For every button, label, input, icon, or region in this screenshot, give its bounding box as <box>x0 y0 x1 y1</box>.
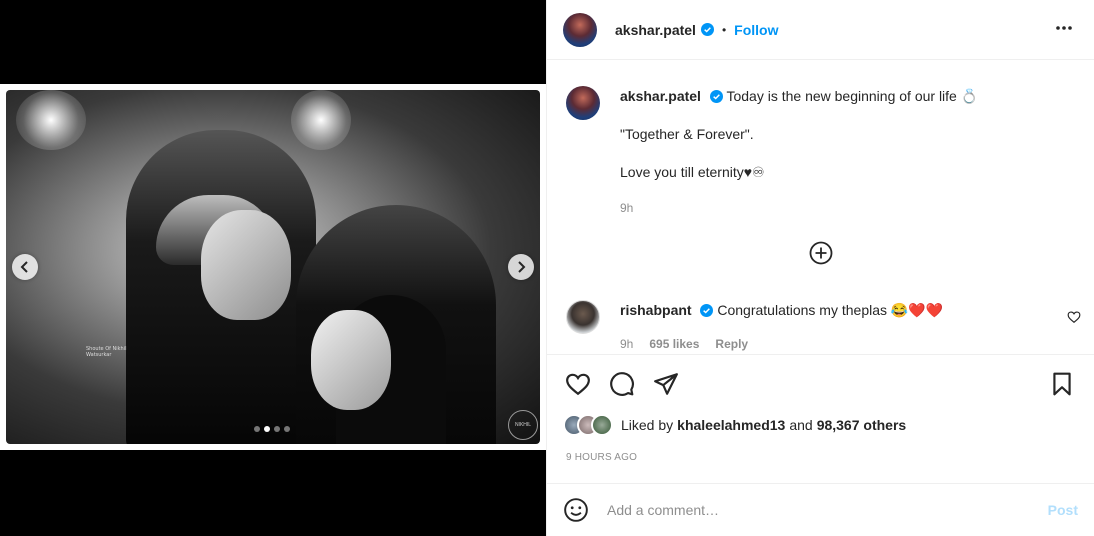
liker-avatars <box>563 414 613 436</box>
previous-slide-button[interactable] <box>12 254 38 280</box>
carousel-dot-active <box>264 426 270 432</box>
save-bookmark-icon[interactable] <box>1049 371 1075 397</box>
woman-face <box>311 310 391 410</box>
likes-summary: Liked by khaleelahmed13 and 98,367 other… <box>563 414 906 436</box>
liked-by-prefix: Liked by <box>621 417 674 433</box>
commenter-avatar[interactable] <box>566 300 600 334</box>
carousel-indicator <box>254 426 290 432</box>
carousel-dot <box>284 426 290 432</box>
photographer-watermark: Shoute Of Nikhil Watsurkar <box>86 346 127 358</box>
verified-badge-icon <box>709 90 723 103</box>
man-face <box>201 210 291 320</box>
caption-body: akshar.patel Today is the new beginning … <box>620 86 978 218</box>
liked-by-and: and <box>789 417 813 433</box>
like-heart-icon[interactable] <box>565 371 591 397</box>
comment-bubble-icon[interactable] <box>609 371 635 397</box>
like-comment-heart-icon[interactable] <box>1067 310 1081 324</box>
commenter-username[interactable]: rishabpant <box>620 302 692 318</box>
post-header: akshar.patel • Follow <box>547 0 1094 60</box>
separator-dot: • <box>721 22 727 37</box>
caption-text-line3: Love you till eternity♥♾ <box>620 164 765 180</box>
verified-badge-icon <box>700 304 714 317</box>
caption-text-line2: "Together & Forever". <box>620 126 754 142</box>
caption-text-line1: Today is the new beginning of our life 💍 <box>726 88 979 104</box>
liked-by-count[interactable]: 98,367 others <box>817 417 907 433</box>
comment-input[interactable] <box>607 502 1048 518</box>
light-bulb-glow <box>16 90 86 150</box>
emoji-smiley-icon[interactable] <box>563 497 589 523</box>
caption-avatar[interactable] <box>566 86 600 120</box>
chevron-left-icon <box>20 261 28 273</box>
comment-item: rishabpant Congratulations my theplas 😂❤… <box>566 300 1086 354</box>
comment-likes[interactable]: 695 likes <box>649 334 699 354</box>
reply-button[interactable]: Reply <box>715 334 748 354</box>
verified-badge-icon <box>700 23 714 36</box>
caption-timestamp: 9h <box>620 201 634 215</box>
caption-first-line: akshar.patel Today is the new beginning … <box>620 86 978 106</box>
chevron-right-icon <box>518 261 526 273</box>
comment-line: rishabpant Congratulations my theplas 😂❤… <box>620 300 943 320</box>
media-pane: Shoute Of Nikhil Watsurkar NIKHIL <box>0 0 546 536</box>
next-slide-button[interactable] <box>508 254 534 280</box>
post-sidebar: akshar.patel • Follow akshar.patel Today… <box>546 0 1094 536</box>
follow-button[interactable]: Follow <box>734 22 778 38</box>
add-comment-bar: Post <box>547 483 1094 536</box>
light-bulb-glow <box>291 90 351 150</box>
photographer-seal: NIKHIL <box>508 410 538 440</box>
photo-frame <box>0 84 546 450</box>
comments-section[interactable]: akshar.patel Today is the new beginning … <box>547 61 1094 354</box>
post-comment-button[interactable]: Post <box>1048 502 1078 518</box>
caption-username[interactable]: akshar.patel <box>620 88 701 104</box>
post-time-ago: 9 HOURS AGO <box>566 452 638 463</box>
comment-timestamp: 9h <box>620 337 634 351</box>
author-username[interactable]: akshar.patel <box>615 22 696 38</box>
share-paper-plane-icon[interactable] <box>653 371 679 397</box>
author-avatar[interactable] <box>563 12 597 47</box>
carousel-dot <box>274 426 280 432</box>
carousel-dot <box>254 426 260 432</box>
action-bar <box>547 354 1094 414</box>
comment-body: rishabpant Congratulations my theplas 😂❤… <box>620 300 943 354</box>
comment-meta: 9h 695 likes Reply <box>620 334 943 354</box>
liker-avatar <box>591 414 613 436</box>
instagram-post-view: Shoute Of Nikhil Watsurkar NIKHIL akshar… <box>0 0 1094 536</box>
post-photo[interactable] <box>6 90 540 444</box>
load-more-comments-icon[interactable] <box>809 241 833 265</box>
caption: akshar.patel Today is the new beginning … <box>566 86 978 218</box>
liked-by-user[interactable]: khaleelahmed13 <box>677 417 785 433</box>
more-options-icon[interactable] <box>1054 18 1074 38</box>
comment-text: Congratulations my theplas 😂❤️❤️ <box>717 302 944 318</box>
